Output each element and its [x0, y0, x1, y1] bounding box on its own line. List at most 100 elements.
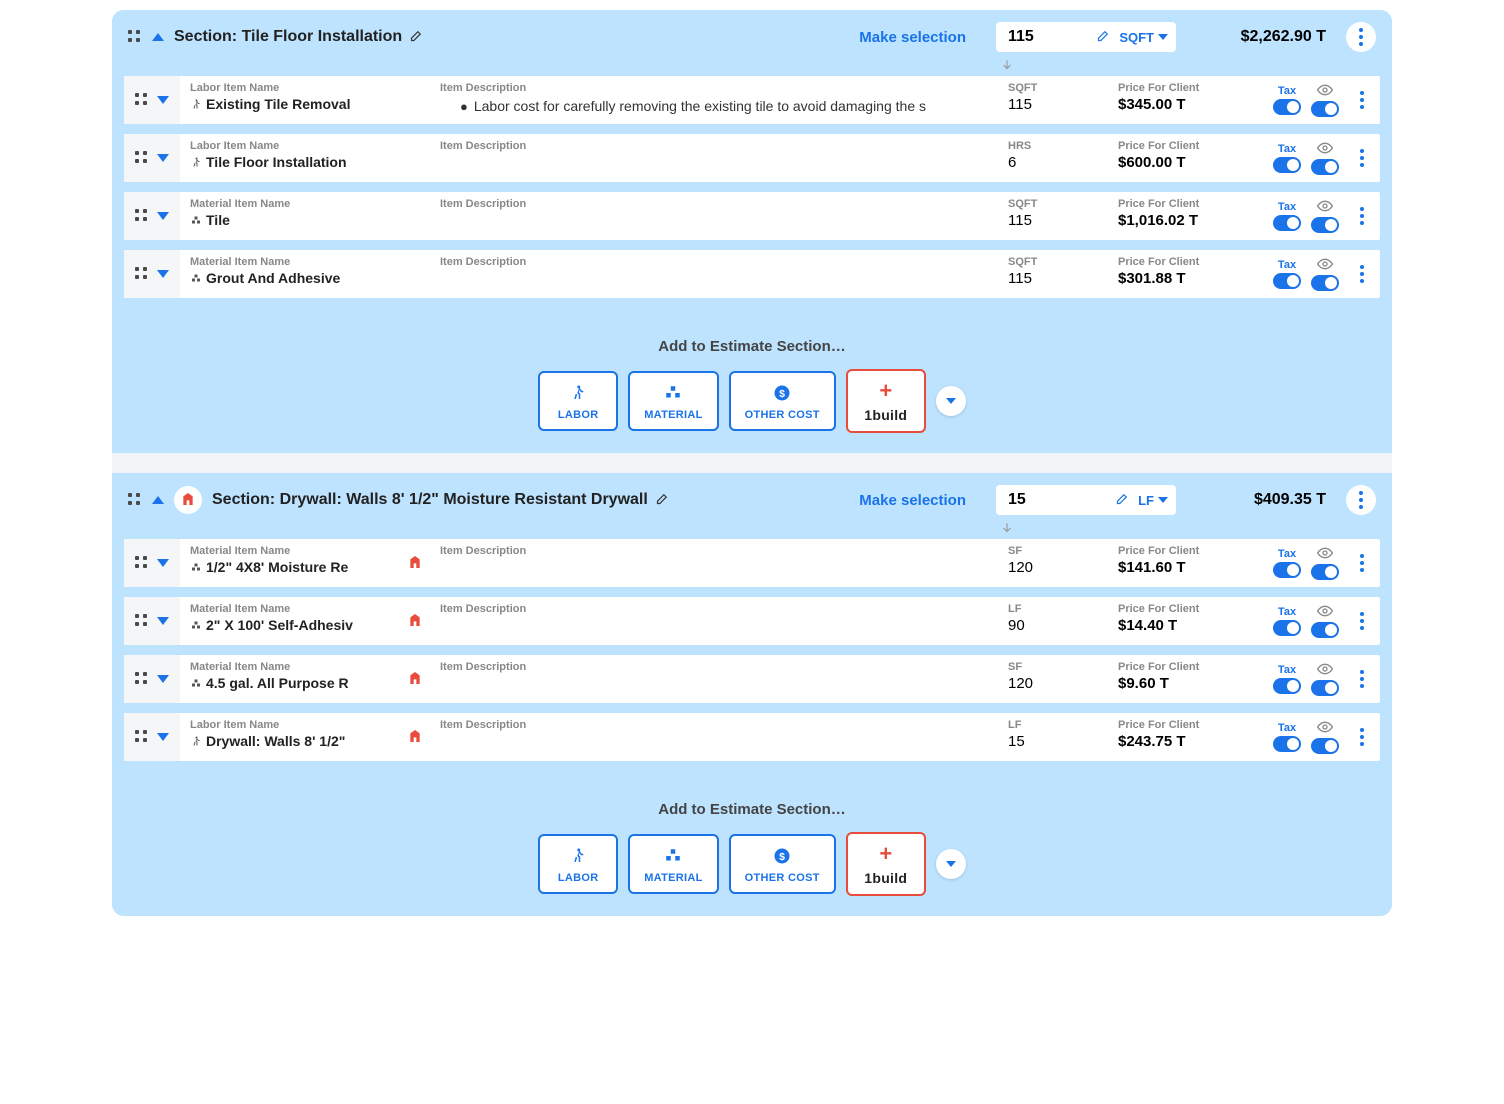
tax-toggle[interactable] — [1273, 215, 1301, 231]
drag-handle-icon[interactable] — [135, 730, 149, 744]
more-vertical-icon[interactable] — [1360, 670, 1364, 688]
item-name[interactable]: Grout And Adhesive — [190, 270, 390, 286]
edit-icon[interactable] — [408, 30, 422, 44]
more-vertical-icon[interactable] — [1360, 149, 1364, 167]
qty-value[interactable]: 115 — [1008, 96, 1098, 113]
qty-value[interactable]: 6 — [1008, 154, 1098, 171]
drag-handle-icon[interactable] — [135, 93, 149, 107]
more-vertical-icon[interactable] — [1359, 28, 1363, 46]
item-name[interactable]: Drywall: Walls 8' 1/2" — [190, 733, 390, 749]
arrow-down-icon — [992, 58, 1022, 72]
add-material-button[interactable]: MATERIAL — [628, 834, 718, 894]
more-vertical-icon[interactable] — [1360, 265, 1364, 283]
add-to-section: Add to Estimate Section… LABOR MATERIAL … — [112, 771, 1392, 916]
add-1build-button[interactable]: + 1build — [846, 832, 926, 896]
tax-toggle[interactable] — [1273, 157, 1301, 173]
section-title[interactable]: Section: Drywall: Walls 8' 1/2" Moisture… — [212, 491, 668, 509]
visibility-toggle[interactable] — [1311, 159, 1339, 175]
more-vertical-icon[interactable] — [1360, 554, 1364, 572]
more-vertical-icon[interactable] — [1360, 728, 1364, 746]
item-name[interactable]: Tile Floor Installation — [190, 154, 390, 170]
edit-icon[interactable] — [654, 493, 668, 507]
tax-toggle[interactable] — [1273, 99, 1301, 115]
onebuild-badge-icon — [180, 491, 196, 510]
visibility-toggle[interactable] — [1311, 101, 1339, 117]
section-more-button[interactable] — [1346, 485, 1376, 515]
item-name[interactable]: 4.5 gal. All Purpose R — [190, 675, 390, 691]
item-desc-label: Item Description — [440, 256, 988, 268]
edit-icon[interactable] — [1114, 493, 1128, 507]
add-labor-button[interactable]: LABOR — [538, 834, 618, 894]
visibility-toggle[interactable] — [1311, 275, 1339, 291]
line-item-row: Material Item Name 2" X 100' Self-Adhesi… — [124, 597, 1380, 645]
qty-value[interactable]: 120 — [1008, 559, 1098, 576]
price-label: Price For Client — [1118, 82, 1258, 94]
expand-add-button[interactable] — [936, 849, 966, 879]
drag-handle-icon[interactable] — [135, 151, 149, 165]
expand-row-chevron-icon[interactable] — [157, 270, 169, 278]
expand-add-button[interactable] — [936, 386, 966, 416]
drag-handle-icon[interactable] — [135, 267, 149, 281]
section-qty-value[interactable]: 115 — [1008, 28, 1085, 46]
edit-icon[interactable] — [1095, 30, 1109, 44]
expand-row-chevron-icon[interactable] — [157, 212, 169, 220]
drag-handle-icon[interactable] — [135, 556, 149, 570]
add-1build-button[interactable]: + 1build — [846, 369, 926, 433]
tax-toggle[interactable] — [1273, 736, 1301, 752]
section-unit-dropdown[interactable]: SQFT — [1119, 30, 1168, 45]
qty-value[interactable]: 90 — [1008, 617, 1098, 634]
item-name[interactable]: Existing Tile Removal — [190, 96, 390, 112]
expand-row-chevron-icon[interactable] — [157, 617, 169, 625]
expand-row-chevron-icon[interactable] — [157, 559, 169, 567]
drag-handle-icon[interactable] — [135, 614, 149, 628]
more-vertical-icon[interactable] — [1359, 491, 1363, 509]
add-to-section: Add to Estimate Section… LABOR MATERIAL … — [112, 308, 1392, 453]
section-qty-input[interactable]: 15 LF — [996, 485, 1176, 515]
add-other-cost-button[interactable]: $ OTHER COST — [729, 834, 836, 894]
section-unit-dropdown[interactable]: LF — [1138, 493, 1168, 508]
visibility-toggle[interactable] — [1311, 738, 1339, 754]
section-title[interactable]: Section: Tile Floor Installation — [174, 28, 422, 46]
expand-row-chevron-icon[interactable] — [157, 733, 169, 741]
more-vertical-icon[interactable] — [1360, 612, 1364, 630]
tax-toggle[interactable] — [1273, 678, 1301, 694]
expand-row-chevron-icon[interactable] — [157, 154, 169, 162]
visibility-toggle[interactable] — [1311, 622, 1339, 638]
price-value: $243.75 T — [1118, 733, 1258, 750]
more-vertical-icon[interactable] — [1360, 91, 1364, 109]
add-other-cost-button[interactable]: $ OTHER COST — [729, 371, 836, 431]
drag-handle-icon[interactable] — [135, 672, 149, 686]
drag-handle-icon[interactable] — [135, 209, 149, 223]
section-qty-value[interactable]: 15 — [1008, 491, 1104, 509]
collapse-section-chevron-icon[interactable] — [152, 496, 164, 504]
item-name[interactable]: 2" X 100' Self-Adhesiv — [190, 617, 390, 633]
dollar-icon: $ — [773, 383, 791, 403]
qty-value[interactable]: 120 — [1008, 675, 1098, 692]
collapse-section-chevron-icon[interactable] — [152, 33, 164, 41]
add-material-button[interactable]: MATERIAL — [628, 371, 718, 431]
visibility-toggle[interactable] — [1311, 217, 1339, 233]
item-name[interactable]: Tile — [190, 212, 390, 228]
section-more-button[interactable] — [1346, 22, 1376, 52]
tax-toggle[interactable] — [1273, 273, 1301, 289]
item-name[interactable]: 1/2" 4X8' Moisture Re — [190, 559, 390, 575]
drag-handle-icon[interactable] — [128, 30, 142, 44]
tax-toggle[interactable] — [1273, 620, 1301, 636]
section-qty-input[interactable]: 115 SQFT — [996, 22, 1176, 52]
add-labor-button[interactable]: LABOR — [538, 371, 618, 431]
expand-row-chevron-icon[interactable] — [157, 675, 169, 683]
visibility-toggle[interactable] — [1311, 680, 1339, 696]
expand-row-chevron-icon[interactable] — [157, 96, 169, 104]
price-label: Price For Client — [1118, 198, 1258, 210]
visibility-toggle[interactable] — [1311, 564, 1339, 580]
price-value: $301.88 T — [1118, 270, 1258, 287]
qty-value[interactable]: 115 — [1008, 270, 1098, 287]
make-selection-link[interactable]: Make selection — [859, 29, 966, 46]
drag-handle-icon[interactable] — [128, 493, 142, 507]
tax-toggle[interactable] — [1273, 562, 1301, 578]
make-selection-link[interactable]: Make selection — [859, 492, 966, 509]
qty-value[interactable]: 115 — [1008, 212, 1098, 229]
qty-value[interactable]: 15 — [1008, 733, 1098, 750]
more-vertical-icon[interactable] — [1360, 207, 1364, 225]
unit-label: LF — [1008, 603, 1098, 615]
